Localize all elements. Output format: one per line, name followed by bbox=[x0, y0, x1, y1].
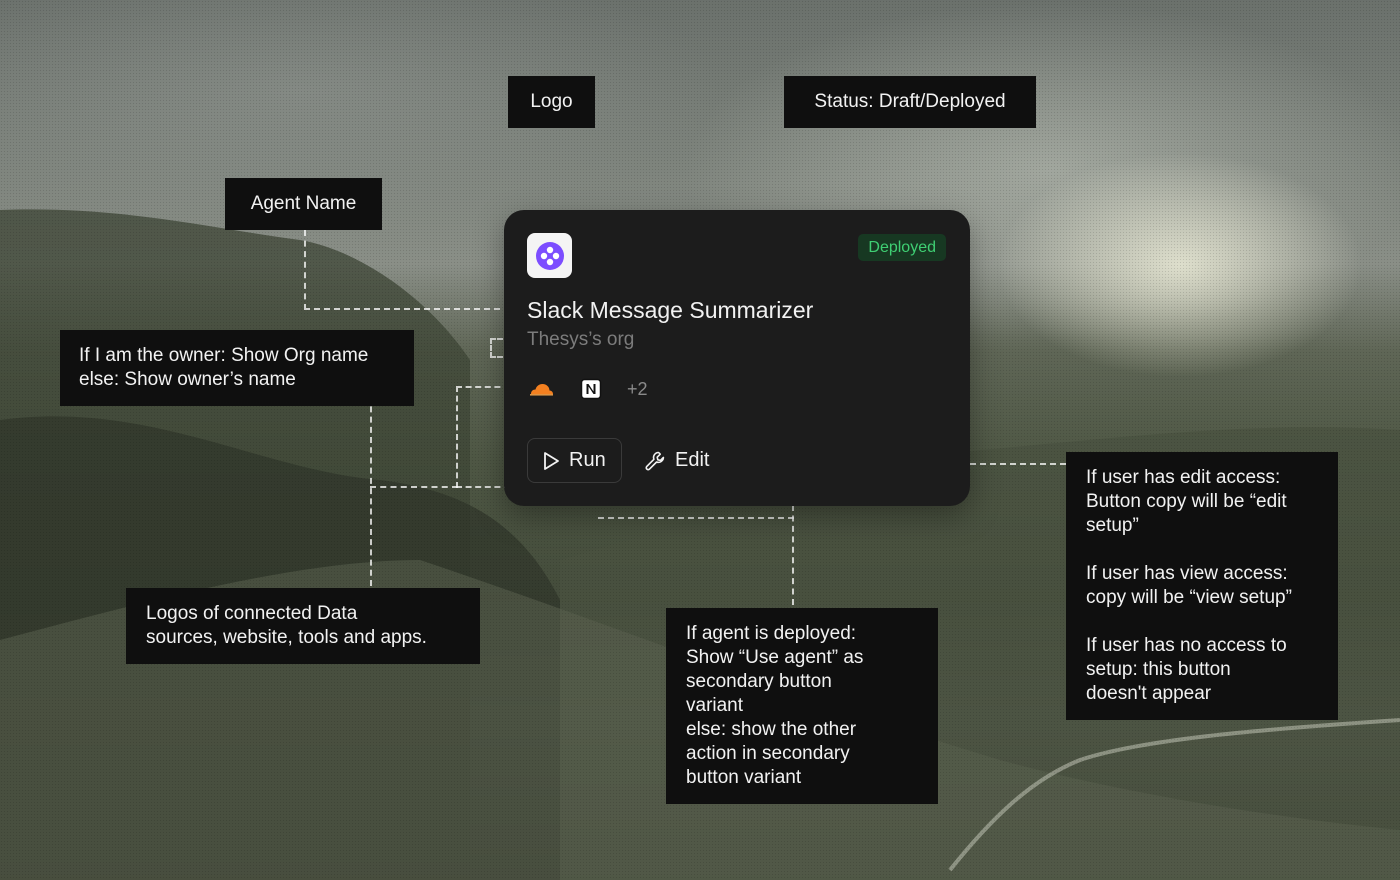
connector-edit bbox=[970, 463, 1066, 465]
status-badge: Deployed bbox=[858, 234, 946, 261]
annotation-logo: Logo bbox=[508, 76, 595, 128]
more-sources-count: +2 bbox=[627, 378, 648, 399]
agent-logo-icon bbox=[535, 241, 564, 270]
annotation-agent-name: Agent Name bbox=[225, 178, 382, 230]
org-name: Thesys’s org bbox=[527, 329, 635, 350]
annotation-run-button: If agent is deployed: Show “Use agent” a… bbox=[666, 608, 938, 804]
connector-run-bottom bbox=[598, 517, 794, 519]
connector-logos-mid bbox=[370, 486, 458, 488]
connector-agent-name bbox=[304, 230, 510, 310]
edit-button[interactable]: Edit bbox=[644, 438, 709, 483]
connected-sources: +2 bbox=[527, 375, 648, 403]
annotation-status: Status: Draft/Deployed bbox=[784, 76, 1036, 128]
annotation-org: If I am the owner: Show Org name else: S… bbox=[60, 330, 414, 406]
annotation-logos: Logos of connected Data sources, website… bbox=[126, 588, 480, 664]
run-button-label: Run bbox=[569, 449, 606, 471]
agent-name: Slack Message Summarizer bbox=[527, 297, 814, 323]
annotation-edit-button: If user has edit access: Button copy wil… bbox=[1066, 452, 1338, 720]
cloudflare-icon bbox=[527, 375, 555, 403]
connector-run bbox=[598, 505, 794, 605]
play-icon bbox=[544, 451, 559, 470]
agent-card[interactable]: Deployed Slack Message Summarizer Thesys… bbox=[504, 210, 970, 506]
edit-button-label: Edit bbox=[675, 449, 710, 471]
run-button[interactable]: Run bbox=[527, 438, 622, 483]
connector-logos-top bbox=[456, 386, 510, 488]
wrench-icon bbox=[645, 451, 665, 470]
agent-logo bbox=[527, 233, 572, 278]
notion-icon bbox=[577, 375, 605, 403]
